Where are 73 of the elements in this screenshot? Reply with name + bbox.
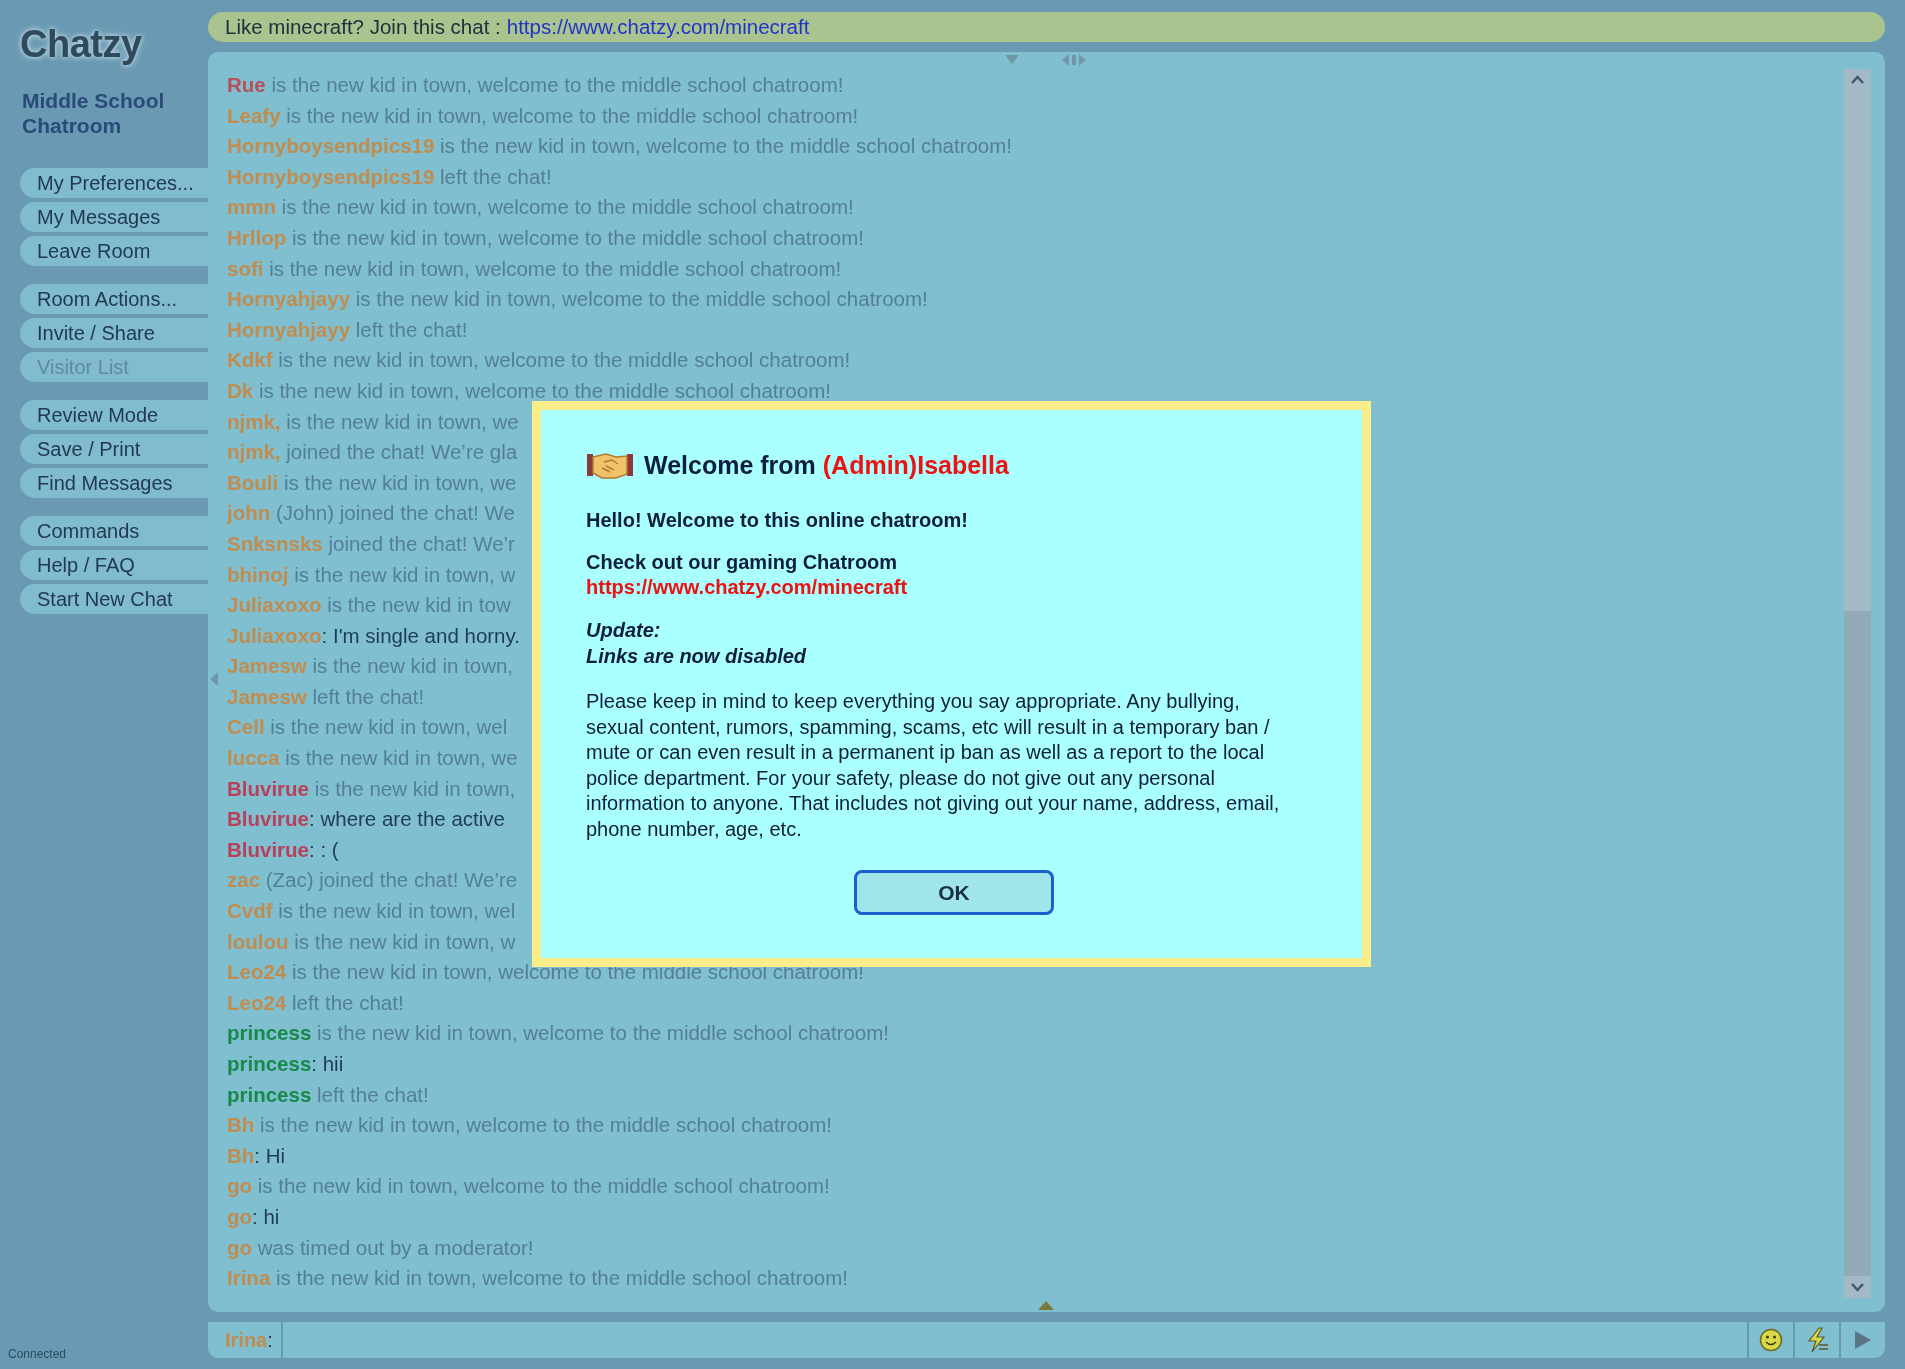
chat-message: sofi is the new kid in town, welcome to the middle school chatroom! [227, 255, 842, 282]
dialog-link[interactable]: https://www.chatzy.com/minecraft [586, 575, 1322, 600]
chat-message: Bh: Hi [227, 1142, 286, 1169]
banner-link[interactable]: https://www.chatzy.com/minecraft [506, 15, 810, 39]
chat-message: Bluvirue: where are the active [227, 806, 506, 833]
chat-message: Juliaxoxo is the new kid in tow [227, 592, 511, 619]
chat-message: Jamesw is the new kid in town, [227, 653, 514, 680]
banner-text: Like minecraft? Join this chat : [225, 15, 501, 39]
send-arrow-icon [1855, 1331, 1871, 1349]
chat-message: Cell is the new kid in town, wel [227, 714, 508, 741]
sidebar-menu-item[interactable]: My Preferences... [20, 168, 208, 198]
chat-message: Irina is the new kid in town, welcome to the middle school chatroom! [227, 1265, 848, 1292]
dialog-promo: Check out our gaming Chatroom [586, 550, 899, 575]
scrollbar[interactable] [1844, 69, 1871, 1298]
sidebar-menu-item[interactable]: My Messages [20, 202, 208, 232]
chat-message: john (John) joined the chat! We [227, 500, 515, 527]
chat-message: Cvdf is the new kid in town, wel [227, 898, 516, 925]
sidebar-menu-item[interactable]: Room Actions... [20, 284, 208, 314]
room-title: Middle School Chatroom [21, 88, 166, 138]
chat-message: Bluvirue is the new kid in town, [227, 775, 516, 802]
smiley-icon [1759, 1328, 1783, 1352]
chat-message: Snksnsks joined the chat! We’r [227, 530, 515, 557]
chat-message: lucca is the new kid in town, we [227, 745, 518, 772]
chat-message: go was timed out by a moderator! [227, 1234, 534, 1261]
resize-arrows-icon[interactable] [1062, 54, 1086, 66]
chat-message: njmk, joined the chat! We’re gla [227, 439, 518, 466]
sidebar-menu-item[interactable]: Leave Room [20, 236, 208, 266]
chat-message: go: hi [227, 1203, 280, 1230]
chat-message: Leo24 left the chat! [227, 989, 404, 1016]
chat-message: Hornyahjayy left the chat! [227, 316, 468, 343]
update-title: Update: [586, 618, 662, 643]
chat-message: Rue is the new kid in town, welcome to the middle school chatroom! [227, 72, 844, 98]
chat-message: Bluvirue: : ( [227, 836, 339, 863]
chat-message: Hornyboysendpics19 is the new kid in town, welcome to the middle school chatroom! [227, 133, 1013, 160]
connection-status: Connected [8, 1347, 68, 1361]
sidebar-menu-item[interactable]: Save / Print [20, 434, 208, 464]
chat-message: loulou is the new kid in town, w [227, 928, 516, 955]
chat-message: Hornyahjayy is the new kid in town, welcome to the middle school chatroom! [227, 286, 928, 313]
dialog-title: Welcome from (Admin)Isabella [644, 450, 1009, 480]
chat-message: princess is the new kid in town, welcome to the middle school chatroom! [227, 1020, 890, 1047]
chat-message: Hornyboysendpics19 left the chat! [227, 163, 552, 190]
update-text: Links are now disabled [586, 644, 808, 669]
chat-message: princess: hii [227, 1051, 344, 1077]
chat-message: Dk is the new kid in town, welcome to the middle school chatroom! [227, 377, 831, 404]
chat-message: Kdkf is the new kid in town, welcome to the middle school chatroom! [227, 347, 851, 374]
chat-message: mmn is the new kid in town, welcome to the middle school chatroom! [227, 194, 854, 221]
chat-message: bhinoj is the new kid in town, w [227, 561, 516, 588]
dialog-body: Please keep in mind to keep everything you say appropriate. Any bullying, sexual content, rumors, spamming, scams, etc will result in a temporary ban / mute or can even result in a permanent ip ban as well as a report to the local police department. For your safety, please do not give out any personal information to anyone. That includes not giving out your name, address, email, phone number, age, etc. [586, 689, 1281, 842]
sidebar-menu-item[interactable]: Commands [20, 516, 208, 546]
chat-message: go is the new kid in town, welcome to the middle school chatroom! [227, 1173, 830, 1200]
chat-message: Bh is the new kid in town, welcome to the middle school chatroom! [227, 1112, 833, 1139]
chatzy-logo: Chatzy [20, 22, 142, 66]
sidebar-menu-item[interactable]: Invite / Share [20, 318, 208, 348]
chat-message: Hrllop is the new kid in town, welcome to the middle school chatroom! [227, 224, 864, 251]
chat-message: princess left the chat! [227, 1081, 429, 1108]
sidebar-menu-item[interactable]: Start New Chat [20, 584, 208, 614]
chat-message: zac (Zac) joined the chat! We’re [227, 867, 518, 894]
sidebar-menu-item[interactable]: Find Messages [20, 468, 208, 498]
lightning-icon [1805, 1327, 1829, 1353]
collapse-arrow-icon[interactable] [1005, 55, 1019, 64]
dialog-greeting: Hello! Welcome to this online chatroom! [586, 508, 969, 533]
chat-message: Bouli is the new kid in town, we [227, 469, 517, 496]
input-separator: : [267, 1328, 273, 1352]
chat-message: Jamesw left the chat! [227, 683, 425, 710]
input-username: Irina [225, 1328, 268, 1352]
expand-arrow-icon[interactable] [1038, 1301, 1054, 1310]
ok-button[interactable]: OK [854, 870, 1054, 915]
left-arrow-icon[interactable] [210, 672, 218, 686]
sidebar-menu-item[interactable]: Help / FAQ [20, 550, 208, 580]
sidebar-menu-item[interactable]: Review Mode [20, 400, 208, 430]
chat-message: Juliaxoxo: I'm single and horny. [227, 622, 520, 649]
chat-message: Leafy is the new kid in town, welcome to the middle school chatroom! [227, 102, 859, 129]
chat-message: njmk, is the new kid in town, we [227, 408, 519, 435]
